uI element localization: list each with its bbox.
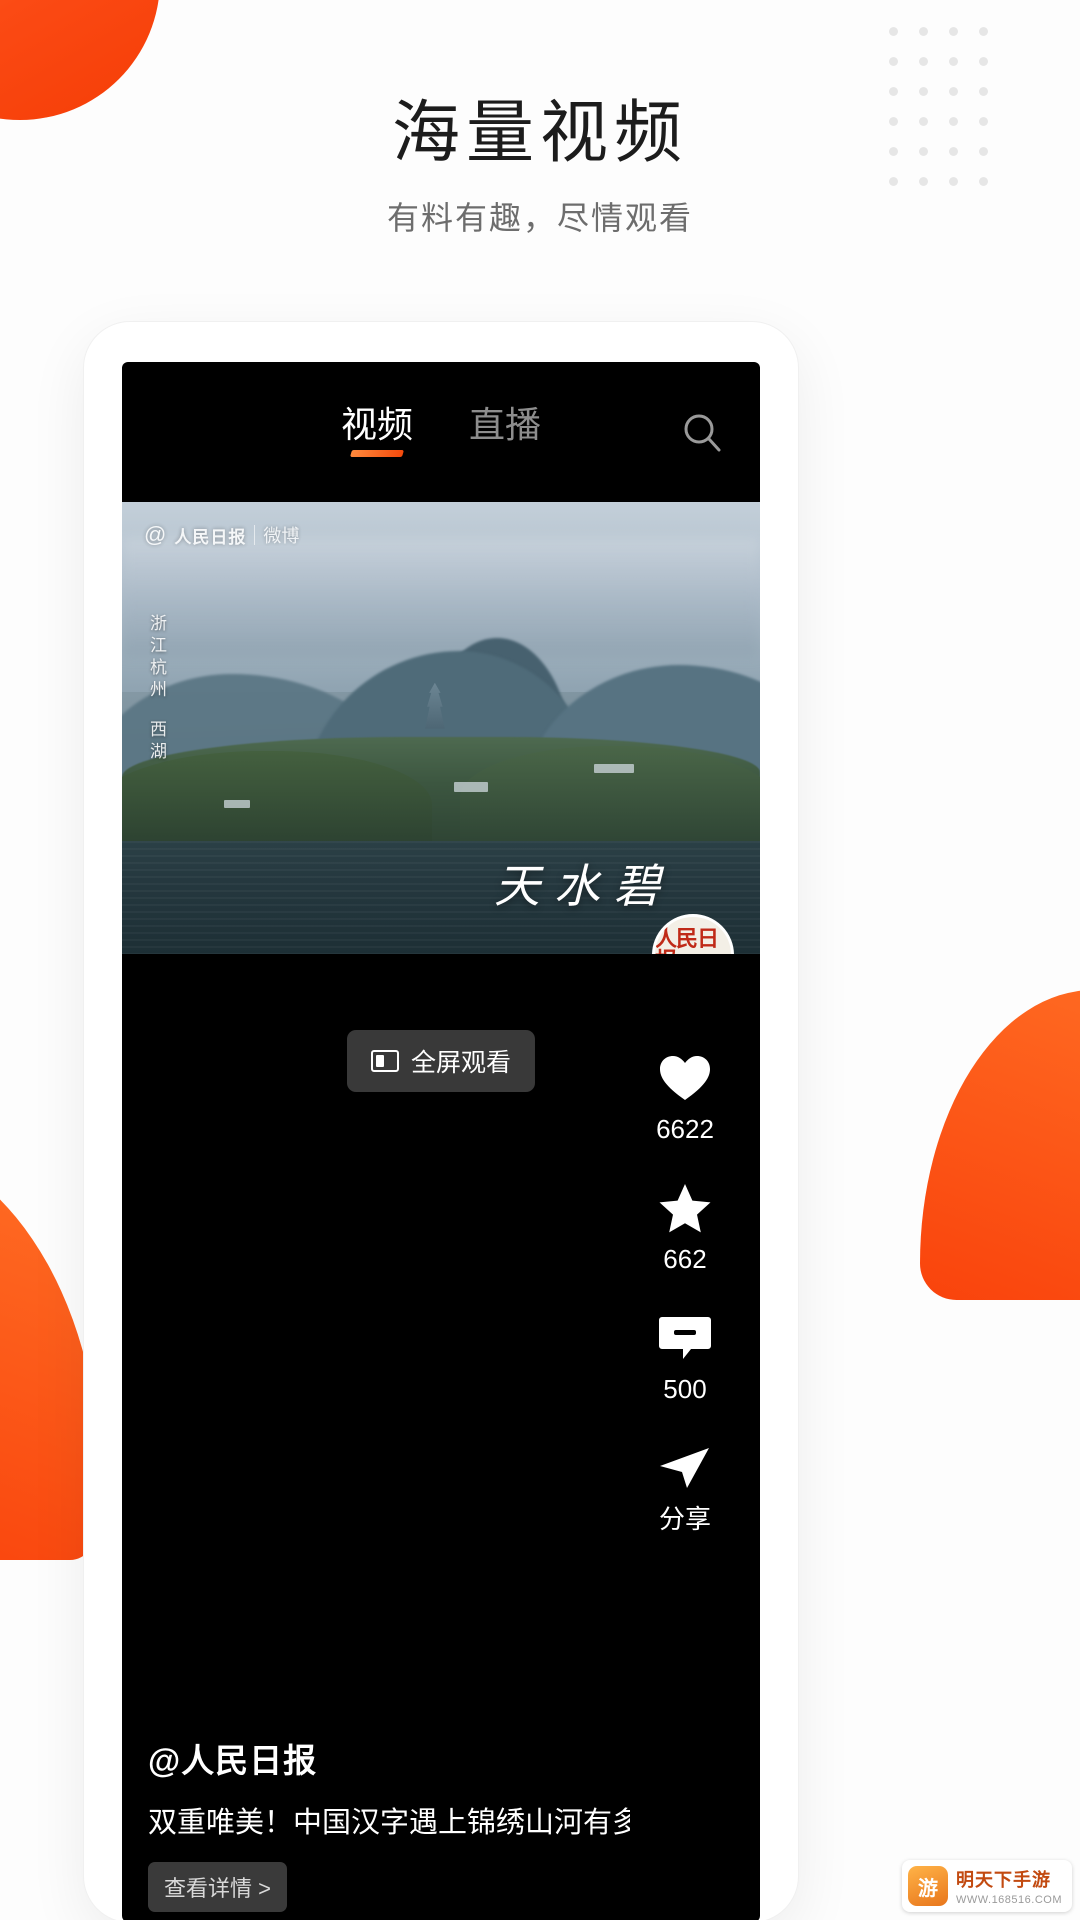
- video-watermark: @ 人民日报 微博: [144, 522, 299, 548]
- building-shape: [224, 800, 251, 809]
- badge-title: 明天下手游: [955, 1870, 1051, 1890]
- cloud-layer: [122, 538, 760, 656]
- building-shape: [594, 764, 635, 774]
- tab-live[interactable]: 直播: [469, 407, 541, 457]
- search-icon[interactable]: [678, 408, 726, 456]
- fullscreen-label: 全屏观看: [410, 1049, 512, 1077]
- site-watermark-badge: 游 明天下手游 WWW.168516.COM: [901, 1860, 1072, 1912]
- badge-text-block: 明天下手游 WWW.168516.COM: [956, 1866, 1062, 1906]
- avatar-name-cn: 人民日报: [655, 926, 719, 955]
- watermark-name: 人民日报: [174, 527, 247, 547]
- video-calligraphy-title: 天水碧: [494, 861, 674, 912]
- author-avatar-wrap[interactable]: 人民日报 PEOPLE'S DAILY +: [652, 914, 734, 954]
- app-screen: 视频 直播 @ 人民日报 微博 浙江杭州 西湖 天水碧 人民日 全屏观看 662…: [122, 362, 760, 1920]
- watermark-at: @: [144, 522, 167, 547]
- forest-layer: [460, 746, 760, 846]
- tab-video[interactable]: 视频: [341, 407, 413, 457]
- badge-url: WWW.168516.COM: [955, 1894, 1062, 1906]
- hero-block: 海量视频 有料有趣，尽情观看: [0, 96, 1080, 239]
- fullscreen-icon: [370, 1050, 399, 1072]
- share-label: 分享: [658, 1504, 711, 1534]
- app-header: 视频 直播: [122, 362, 760, 502]
- phone-mockup: 视频 直播 @ 人民日报 微博 浙江杭州 西湖 天水碧 人民日 全屏观看 662…: [84, 322, 798, 1920]
- video-caption: @人民日报 双重唯美！中国汉字遇上锦绣山河有多惊艳 查看详情 >: [148, 1734, 630, 1920]
- building-shape: [453, 782, 488, 793]
- star-icon[interactable]: [657, 1182, 713, 1234]
- decor-right-wedge: [920, 990, 1080, 1300]
- video-location-line2: 西湖: [147, 720, 166, 764]
- page-subtitle: 有料有趣，尽情观看: [386, 199, 693, 236]
- share-icon[interactable]: [657, 1442, 713, 1494]
- avatar[interactable]: 人民日报 PEOPLE'S DAILY: [652, 914, 734, 954]
- watermark-divider: [254, 525, 256, 545]
- page-title: 海量视频: [391, 95, 688, 171]
- like-action[interactable]: 6622: [656, 1052, 714, 1142]
- heart-icon[interactable]: [657, 1052, 713, 1104]
- like-count: 6622: [656, 1114, 714, 1144]
- badge-logo-icon: 游: [907, 1866, 948, 1906]
- watermark-platform: 微博: [263, 526, 300, 546]
- caption-detail-button[interactable]: 查看详情 >: [148, 1862, 287, 1912]
- fullscreen-button[interactable]: 全屏观看: [346, 1030, 536, 1092]
- action-rail: 6622 662 500 分享: [630, 1052, 740, 1532]
- page-root: 海量视频 有料有趣，尽情观看 视频 直播 @ 人民日报 微博 浙江杭州 西湖 天…: [0, 0, 1080, 1920]
- caption-username[interactable]: @人民日报: [148, 1734, 630, 1782]
- comment-icon[interactable]: [657, 1312, 713, 1364]
- tab-bar: 视频 直播: [341, 407, 541, 457]
- favorite-action[interactable]: 662: [657, 1182, 713, 1272]
- caption-text: 双重唯美！中国汉字遇上锦绣山河有多惊艳: [148, 1806, 630, 1839]
- forest-layer: [122, 750, 432, 851]
- video-location-line1: 浙江杭州: [147, 614, 166, 702]
- comment-count: 500: [663, 1374, 707, 1404]
- video-frame[interactable]: @ 人民日报 微博 浙江杭州 西湖 天水碧 人民日报 PEOPLE'S DAIL…: [122, 502, 760, 954]
- favorite-count: 662: [663, 1244, 707, 1274]
- share-action[interactable]: 分享: [657, 1442, 713, 1532]
- comment-action[interactable]: 500: [657, 1312, 713, 1402]
